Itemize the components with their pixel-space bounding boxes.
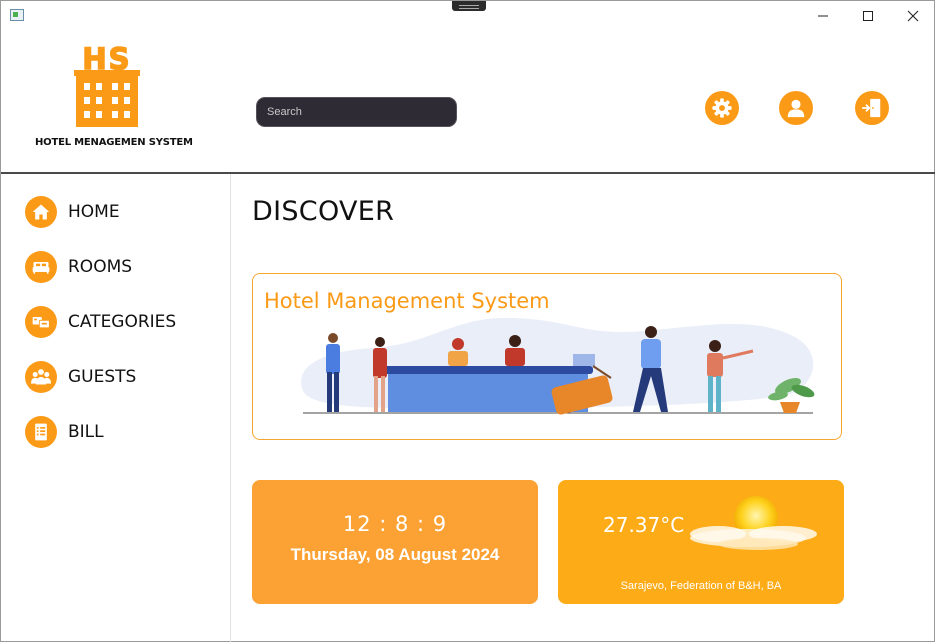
app-logo: HS HOTEL MENAGEMEN SYSTEM	[35, 41, 193, 153]
weather-location: Sarajevo, Federation of B&H, BA	[620, 580, 782, 592]
clock-date: Thursday, 08 August 2024	[290, 545, 500, 564]
user-profile-button[interactable]	[779, 91, 813, 125]
sidebar-item-label: BILL	[68, 422, 104, 442]
logout-button[interactable]	[855, 91, 889, 125]
sidebar-item-categories[interactable]: CATEGORIES	[25, 306, 215, 338]
drag-handle[interactable]	[452, 1, 486, 11]
maximize-button[interactable]	[845, 1, 890, 31]
close-icon	[907, 10, 918, 22]
guests-icon	[25, 361, 57, 393]
minimize-button[interactable]	[800, 1, 845, 31]
hotel-banner: Hotel Management System	[252, 273, 842, 440]
page-title: DISCOVER	[252, 196, 395, 227]
sidebar-item-rooms[interactable]: ROOMS	[25, 251, 215, 283]
sidebar-divider	[230, 174, 231, 642]
user-profile-icon	[787, 99, 805, 118]
weather-temperature: 27.37°C	[603, 513, 685, 537]
bill-icon	[25, 416, 57, 448]
hotel-building-logo-icon: HS	[74, 41, 140, 127]
sidebar-item-label: CATEGORIES	[68, 312, 177, 332]
hotel-reception-illustration	[301, 317, 815, 415]
sidebar-item-home[interactable]: HOME	[25, 196, 215, 228]
sidebar-item-bill[interactable]: BILL	[25, 416, 215, 448]
clock-card: 12 : 8 : 9 Thursday, 08 August 2024	[252, 480, 538, 604]
weather-card: 27.37°C Sarajevo, Federation of B&H, BA	[558, 480, 844, 604]
close-button[interactable]	[890, 1, 935, 31]
categories-icon	[25, 306, 57, 338]
app-window-icon	[10, 9, 24, 21]
sidebar-item-label: GUESTS	[68, 367, 137, 387]
sidebar-item-label: HOME	[68, 202, 120, 222]
home-icon	[25, 196, 57, 228]
clock-time: 12 : 8 : 9	[342, 512, 448, 536]
maximize-icon	[862, 11, 873, 21]
sidebar-item-guests[interactable]: GUESTS	[25, 361, 215, 393]
sun-cloud-icon	[690, 496, 817, 550]
settings-gear-icon	[712, 98, 732, 118]
logo-caption: HOTEL MENAGEMEN SYSTEM	[35, 137, 193, 148]
app-window: HS HOTEL MENAGEMEN SYSTEM Search HOME RO…	[0, 0, 935, 642]
settings-button[interactable]	[705, 91, 739, 125]
bed-icon	[25, 251, 57, 283]
minimize-icon	[817, 15, 828, 17]
banner-title: Hotel Management System	[264, 289, 550, 313]
logout-door-icon	[861, 98, 881, 118]
search-input[interactable]	[256, 97, 457, 127]
header-divider	[1, 172, 935, 174]
title-bar[interactable]	[1, 1, 935, 31]
sidebar-item-label: ROOMS	[68, 257, 133, 277]
